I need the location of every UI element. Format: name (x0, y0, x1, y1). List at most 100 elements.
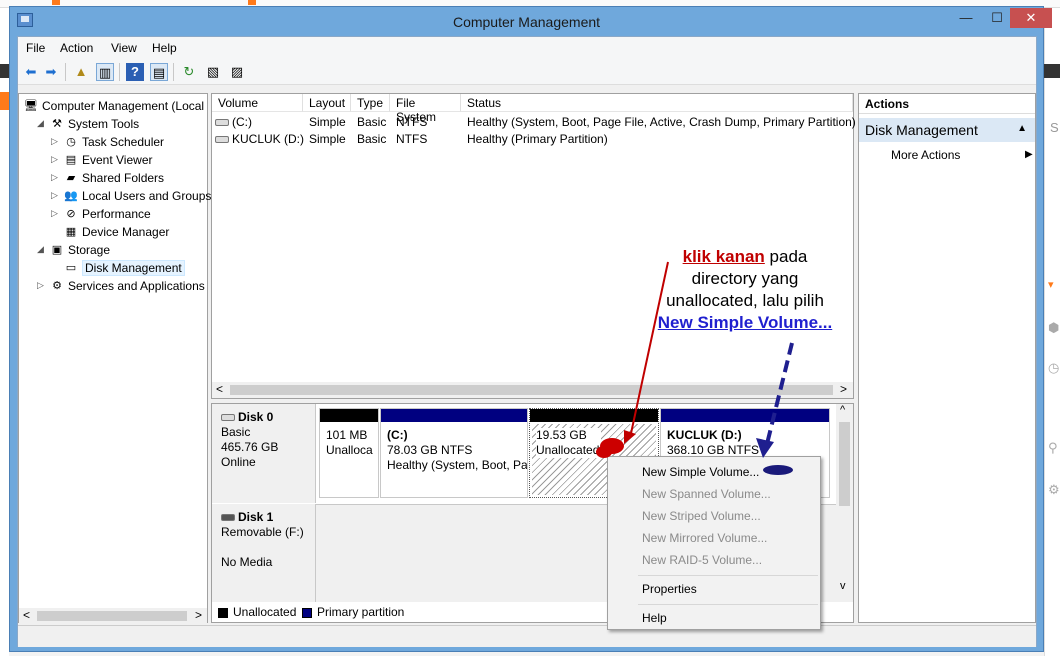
tree-item-disk-management[interactable]: ▭ Disk Management (51, 259, 185, 278)
disk-0-label[interactable]: Disk 0 Basic 465.76 GB Online (212, 404, 316, 503)
back-arrow-icon[interactable]: ⬅ (22, 63, 40, 81)
tree-item-event-viewer[interactable]: ▷ ▤ Event Viewer (51, 152, 152, 170)
partition-unallocated-small[interactable]: 101 MB Unalloca (319, 408, 379, 498)
column-header-volume[interactable]: Volume (212, 94, 303, 112)
title-bar[interactable]: Computer Management — ☐ ✕ (10, 7, 1052, 35)
tree-item-performance[interactable]: ▷ ⊘ Performance (51, 206, 151, 224)
menu-item-new-spanned-volume[interactable]: New Spanned Volume... (610, 483, 818, 505)
menu-action[interactable]: Action (60, 41, 93, 55)
menu-view[interactable]: View (111, 41, 137, 55)
actions-section-disk-management[interactable]: Disk Management ▲ (859, 118, 1035, 142)
disk-1-size (221, 540, 306, 555)
expand-toggle-icon[interactable]: ▷ (51, 190, 63, 201)
toolbar-separator (119, 63, 120, 81)
disk-0-size: 465.76 GB (221, 440, 279, 454)
disk-1-label[interactable]: Disk 1 Removable (F:) No Media (212, 504, 316, 602)
tree-item-local-users-and-groups[interactable]: ▷ 👥 Local Users and Groups (51, 188, 211, 206)
up-folder-icon[interactable]: ▲ (72, 63, 90, 81)
performance-icon: ⊘ (66, 207, 76, 220)
computer-icon: 🖥 (24, 99, 38, 112)
actions-pane: Actions Disk Management ▲ More Actions ▶ (858, 93, 1036, 623)
menu-item-new-simple-volume[interactable]: New Simple Volume... (610, 461, 818, 483)
scroll-left-button[interactable]: < (216, 382, 223, 396)
volume-name: (C:) (232, 115, 252, 129)
help-icon[interactable]: ? (126, 63, 144, 81)
column-header-type[interactable]: Type (351, 94, 390, 112)
scroll-up-button[interactable]: ^ (840, 404, 845, 416)
type-cell: Basic (357, 132, 387, 146)
show-hide-action-pane-icon[interactable]: ▤ (150, 63, 168, 81)
scrollbar-thumb[interactable] (839, 422, 850, 506)
partition-bar (530, 409, 658, 422)
status-cell: Healthy (Primary Partition) (467, 132, 608, 146)
status-bar (18, 625, 1036, 647)
partition-bar (320, 409, 378, 422)
tree-item-label: Device Manager (82, 224, 170, 239)
expand-toggle-icon[interactable]: ▷ (51, 172, 63, 183)
column-header-file-system[interactable]: File System (390, 94, 461, 124)
menu-help[interactable]: Help (152, 41, 177, 55)
volume-name-cell: KUCLUK (D:) (215, 132, 304, 146)
show-hide-tree-icon[interactable]: ▥ (96, 63, 114, 81)
menu-item-new-raid5-volume[interactable]: New RAID-5 Volume... (610, 549, 818, 571)
volume-row[interactable]: KUCLUK (D:) Simple Basic NTFS Healthy (P… (212, 131, 853, 148)
partition-size: 78.03 GB NTFS (387, 443, 473, 457)
volume-row[interactable]: (C:) Simple Basic NTFS Healthy (System, … (212, 114, 856, 131)
volume-horizontal-scrollbar[interactable]: < > (212, 382, 853, 398)
tree-item-device-manager[interactable]: ▦ Device Manager (51, 224, 170, 242)
clock-icon: ◷ (66, 135, 76, 148)
partition-c[interactable]: (C:) 78.03 GB NTFS Healthy (System, Boot, … (380, 408, 528, 498)
annotation-highlight-blue: New Simple Volume... (657, 313, 833, 332)
tree-item-system-tools[interactable]: ◢ ⚒ System Tools (37, 116, 139, 134)
menu-item-new-mirrored-volume[interactable]: New Mirrored Volume... (610, 527, 818, 549)
forward-arrow-icon[interactable]: ➡ (42, 63, 60, 81)
layout-cell: Simple (309, 132, 346, 146)
scroll-down-button[interactable]: v (840, 580, 846, 592)
expand-toggle-icon[interactable]: ◢ (37, 244, 49, 255)
menu-item-properties[interactable]: Properties (610, 578, 818, 600)
expand-toggle-icon[interactable]: ▷ (51, 208, 63, 219)
legend-unallocated: Unallocated (218, 605, 296, 619)
actions-header: Actions (859, 94, 1035, 114)
scroll-right-button[interactable]: > (840, 382, 847, 396)
annotation-line-3: unallocated, lalu pilih (666, 291, 824, 310)
refresh-icon[interactable]: ↻ (180, 63, 198, 81)
menu-file[interactable]: File (26, 41, 45, 55)
tree-item-label: Disk Management (82, 259, 185, 276)
expand-toggle-icon[interactable]: ▷ (51, 154, 63, 165)
scrollbar-thumb[interactable] (230, 385, 833, 395)
toolbar: ⬅ ➡ ▲ ▥ ? ▤ ↻ ▧ ▨ (18, 59, 1036, 85)
minimize-button[interactable]: — (953, 8, 979, 28)
menu-item-help[interactable]: Help (610, 607, 818, 629)
window-title: Computer Management (452, 14, 601, 30)
tree-item-computer-management-local[interactable]: 🖥 Computer Management (Local (23, 98, 204, 116)
tree-item-label: Event Viewer (82, 152, 153, 167)
menu-item-new-striped-volume[interactable]: New Striped Volume... (610, 505, 818, 527)
maximize-button[interactable]: ☐ (984, 8, 1010, 28)
expand-toggle-icon[interactable]: ◢ (37, 118, 49, 129)
scroll-right-button[interactable]: > (195, 608, 202, 622)
settings-icon[interactable]: ▨ (228, 63, 246, 81)
tree-item-services-and-applications[interactable]: ▷ ⚙ Services and Applications (37, 278, 205, 296)
collapse-icon[interactable]: ▲ (1017, 123, 1027, 134)
tree-item-label: Services and Applications (68, 278, 205, 293)
annotation-line-2: directory yang (691, 269, 799, 288)
expand-toggle-icon[interactable]: ▷ (37, 280, 49, 291)
scrollbar-thumb[interactable] (37, 611, 187, 621)
close-button[interactable]: ✕ (1010, 8, 1052, 28)
scroll-left-button[interactable]: < (23, 608, 30, 622)
expand-toggle-icon[interactable]: ▷ (51, 136, 63, 147)
tree-item-storage[interactable]: ◢ ▣ Storage (37, 242, 110, 260)
submenu-arrow-icon: ▶ (1025, 149, 1033, 160)
properties-icon[interactable]: ▧ (204, 63, 222, 81)
column-header-layout[interactable]: Layout (303, 94, 351, 112)
disk-1-type: Removable (F:) (221, 525, 304, 539)
tree-item-shared-folders[interactable]: ▷ ▰ Shared Folders (51, 170, 164, 188)
volume-name: KUCLUK (D:) (232, 132, 305, 146)
more-actions-item[interactable]: More Actions (891, 148, 960, 162)
tree-item-task-scheduler[interactable]: ▷ ◷ Task Scheduler (51, 134, 164, 152)
tree-horizontal-scrollbar[interactable]: < > (19, 608, 207, 624)
column-header-status[interactable]: Status (461, 94, 853, 112)
disk-map-vertical-scrollbar[interactable]: ^ v (836, 404, 853, 602)
partition-status: Unalloca (326, 443, 373, 457)
